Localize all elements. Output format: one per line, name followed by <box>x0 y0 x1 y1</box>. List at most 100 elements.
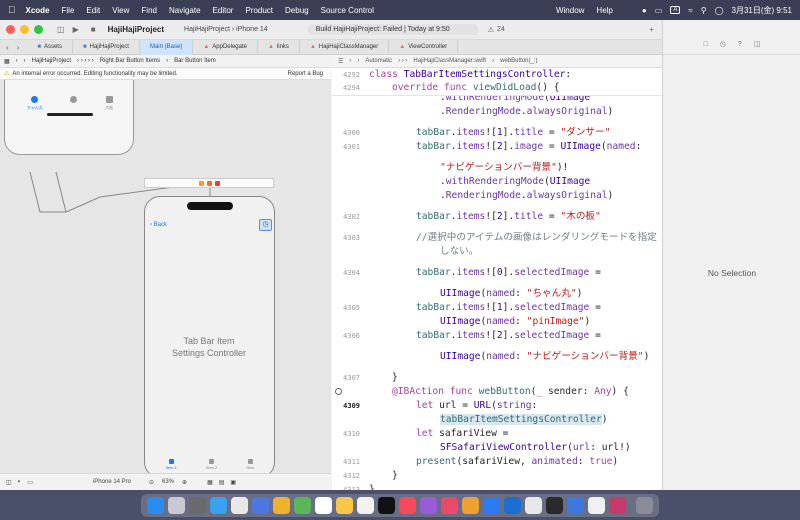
device-selector[interactable]: iPhone 14 Pro <box>93 479 131 485</box>
report-bug-button[interactable]: Report a Bug <box>288 71 323 77</box>
tab-item[interactable]: Item <box>247 459 254 470</box>
jump-automatic[interactable]: Automatic <box>365 58 392 64</box>
clock[interactable]: 3月31日(金) 9:51 <box>732 5 792 16</box>
tab-project[interactable]: ■ HajiHajiProject <box>73 39 140 55</box>
exit-icon[interactable] <box>214 180 220 186</box>
jump-back-icon[interactable]: ‹ <box>16 58 18 64</box>
tab-bar-controller-scene[interactable]: ちゃん丸 大板 <box>4 80 134 155</box>
menu-window[interactable]: Window <box>556 6 584 15</box>
build-status[interactable]: Build HajiHajiProject: Failed | Today at… <box>307 24 478 35</box>
app-store-icon[interactable] <box>483 496 500 514</box>
minimize-button[interactable] <box>20 25 29 34</box>
warning-count[interactable]: 24 <box>497 26 505 33</box>
terminal-icon[interactable] <box>546 496 563 514</box>
zoom-level[interactable]: 63% <box>162 479 174 485</box>
trash-icon[interactable] <box>636 496 653 514</box>
xcode-icon[interactable] <box>504 496 521 514</box>
settings-controller-scene[interactable]: ‹ Back ◷ Tab Bar Item Settings Controller… <box>144 196 275 473</box>
news-icon[interactable] <box>441 496 458 514</box>
wifi-icon[interactable]: ≈ <box>688 6 692 15</box>
menu-find[interactable]: Find <box>141 6 157 15</box>
camera-icon[interactable]: ● <box>642 6 647 15</box>
calendar-icon[interactable] <box>315 496 332 514</box>
back-button[interactable]: ‹ Back <box>150 222 167 228</box>
menu-file[interactable]: File <box>62 6 75 15</box>
editor-back-icon[interactable]: ‹ <box>349 58 351 64</box>
tab-forward-icon[interactable]: › <box>17 43 20 52</box>
related-items-icon[interactable]: ☰ <box>338 58 343 65</box>
scheme-selector[interactable]: HajiHajiProject › iPhone 14 <box>184 26 268 33</box>
launchpad-icon[interactable] <box>168 496 185 514</box>
zoom-out-icon[interactable]: ⊝ <box>149 479 154 486</box>
apple-icon[interactable]:  <box>8 5 16 16</box>
stop-icon[interactable]: ■ <box>91 25 96 34</box>
run-icon[interactable]: ▶ <box>73 25 79 34</box>
history-inspector-icon[interactable]: ◷ <box>720 40 726 48</box>
jump-item-bar-button[interactable]: Bar Button Item <box>174 58 216 64</box>
jump-file[interactable]: HajiHajiClassManager.swift <box>413 58 486 64</box>
tab-item[interactable]: ちゃん丸 <box>27 96 43 111</box>
tab-assets[interactable]: ■ Assets <box>27 39 73 55</box>
tab-classmanager[interactable]: ▲ HajiHajiClassManager <box>300 39 390 55</box>
constraints-icon[interactable]: ▦ <box>207 479 213 486</box>
menu-edit[interactable]: Edit <box>86 6 100 15</box>
books-icon[interactable] <box>462 496 479 514</box>
messages-icon[interactable] <box>252 496 269 514</box>
appearance-icon[interactable]: ◐ <box>18 479 22 485</box>
input-source-indicator[interactable]: A <box>670 6 681 14</box>
zoom-in-icon[interactable]: ⊕ <box>182 479 187 486</box>
zoom-button[interactable] <box>34 25 43 34</box>
resolve-icon[interactable]: ▣ <box>230 479 236 486</box>
music-icon[interactable] <box>399 496 416 514</box>
file-inspector-icon[interactable]: □ <box>704 41 708 48</box>
globe-icon[interactable]: ◷ <box>259 219 272 231</box>
orientation-icon[interactable]: ▭ <box>27 479 33 486</box>
tab-appdelegate[interactable]: ▲ AppDelegate <box>193 39 258 55</box>
notes-icon[interactable] <box>336 496 353 514</box>
tab-links[interactable]: ▲ links <box>258 39 300 55</box>
warning-icon[interactable]: ⚠ <box>488 26 494 34</box>
tab-item[interactable] <box>70 96 78 111</box>
apple-tv-icon[interactable] <box>378 496 395 514</box>
tab-item[interactable]: 大板 <box>105 96 113 111</box>
photos-icon[interactable] <box>273 496 290 514</box>
zoom-app-icon[interactable] <box>567 496 584 514</box>
view-controller-icon[interactable] <box>198 180 204 186</box>
display-icon[interactable]: ▭ <box>655 6 663 15</box>
system-settings-icon[interactable] <box>189 496 206 514</box>
menu-editor[interactable]: Editor <box>213 6 234 15</box>
add-icon[interactable]: + <box>649 25 654 34</box>
editor-forward-icon[interactable]: › <box>357 58 359 64</box>
menu-product[interactable]: Product <box>245 6 273 15</box>
search-icon[interactable]: ⚲ <box>701 6 707 15</box>
app-icon[interactable] <box>609 496 626 514</box>
menu-debug[interactable]: Debug <box>285 6 309 15</box>
tab-viewcontroller[interactable]: ▲ ViewController <box>389 39 459 55</box>
help-inspector-icon[interactable]: ? <box>738 41 742 48</box>
tab-back-icon[interactable]: ‹ <box>6 43 9 52</box>
reminders-icon[interactable] <box>357 496 374 514</box>
inspector-toggle-icon[interactable]: ◫ <box>754 40 761 48</box>
jump-item-right-bar-items[interactable]: Right Bar Button Items <box>100 58 160 64</box>
tab-item[interactable]: Item 1 <box>166 459 177 470</box>
source-code[interactable]: 4292 class TabBarItemSettingsController:… <box>332 68 662 490</box>
sidebar-toggle-icon[interactable]: ◫ <box>57 25 65 34</box>
jump-forward-icon[interactable]: › <box>24 58 26 64</box>
safari-icon[interactable] <box>210 496 227 514</box>
control-center-icon[interactable]: ◯ <box>715 6 724 15</box>
jump-method[interactable]: webButton(_:) <box>500 58 537 64</box>
tab-item[interactable]: Item 2 <box>206 459 217 470</box>
simulator-icon[interactable] <box>525 496 542 514</box>
first-responder-icon[interactable] <box>206 180 212 186</box>
connection-dot-icon[interactable] <box>335 388 342 395</box>
finder-icon[interactable] <box>147 496 164 514</box>
outline-toggle-icon[interactable]: ◫ <box>6 479 12 486</box>
jump-item-project[interactable]: HajiHajiProject <box>32 58 71 64</box>
menu-source-control[interactable]: Source Control <box>321 6 374 15</box>
menu-help[interactable]: Help <box>596 6 612 15</box>
menu-navigate[interactable]: Navigate <box>169 6 201 15</box>
chrome-icon[interactable] <box>231 496 248 514</box>
facetime-icon[interactable] <box>294 496 311 514</box>
grid-icon[interactable]: ▦ <box>4 58 10 65</box>
podcasts-icon[interactable] <box>420 496 437 514</box>
